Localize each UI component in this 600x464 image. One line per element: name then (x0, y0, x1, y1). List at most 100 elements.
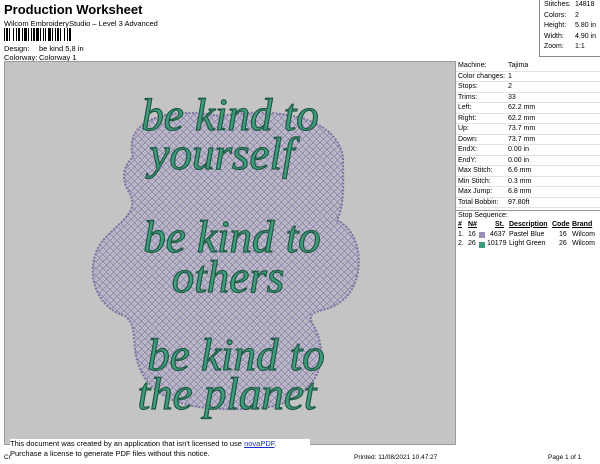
stat-label: Stitches: (544, 1, 571, 8)
machine-label: Stops: (458, 83, 478, 90)
design-text-line: the planet (138, 369, 318, 419)
machine-row: Down: 73.7 mm (456, 135, 600, 145)
notice-text: This document was created by an applicat… (10, 439, 245, 448)
stat-label: Width: (544, 32, 564, 40)
color-swatch (479, 232, 485, 238)
row-needle: 16 (468, 230, 476, 238)
stat-label: Colors: (544, 11, 567, 19)
stat-value: 1:1 (575, 43, 585, 50)
stop-sequence-table: # N# St. Description Code Brand 1. 16 46… (456, 221, 600, 251)
stop-sequence-title: Stop Sequence: (458, 212, 508, 219)
machine-row: Trims: 33 (456, 93, 600, 103)
machine-row: Machine: Tajima (456, 61, 600, 72)
machine-value: 2 (508, 83, 512, 90)
stat-row: Stitches: 14818 (540, 0, 600, 11)
row-description: Pastel Blue (509, 230, 545, 238)
machine-row: Color changes: 1 (456, 72, 600, 82)
machine-info-panel: Machine: Tajima Color changes: 1 Stops: 2 T… (456, 61, 600, 251)
design-label: Design: (4, 44, 30, 53)
stat-row: Height: 5.80 in (540, 21, 600, 32)
machine-label: Machine: (458, 62, 487, 69)
machine-label: Max Stitch: (458, 167, 493, 174)
machine-label: Left: (458, 104, 472, 111)
stats-box: Stitches: 14818 Colors: 2 Height: 5.80 in W… (539, 0, 600, 57)
col-header-description: Description (509, 220, 548, 228)
stat-value: 2 (575, 11, 579, 19)
col-header-code: Code (552, 220, 570, 228)
stat-row: Zoom: 1:1 (540, 42, 600, 53)
machine-value: Tajima (508, 62, 529, 69)
machine-value: 6.8 mm (508, 188, 532, 195)
machine-row: Max Stitch: 6.6 mm (456, 166, 600, 177)
machine-label: EndY: (458, 156, 477, 164)
stat-value: 4.90 in (575, 32, 597, 40)
machine-value: 0.00 in (508, 156, 530, 164)
machine-label: Right: (458, 114, 477, 122)
machine-row: EndY: 0.00 in (456, 156, 600, 166)
page-title: Production Worksheet (4, 2, 143, 17)
machine-row: Right: 62.2 mm (456, 114, 600, 124)
row-description: Light Green (509, 240, 546, 247)
machine-row: Max Jump: 6.8 mm (456, 187, 600, 198)
machine-label: Trims: (458, 93, 478, 101)
machine-row: EndX: 0.00 in (456, 145, 600, 156)
design-text-line: others (172, 252, 285, 302)
stat-label: Height: (544, 22, 567, 29)
design-preview: be kind to yourself be kind to others be… (4, 61, 456, 445)
notice-line-1: This document was created by an applicat… (10, 439, 310, 449)
col-header-stitches: St. (495, 220, 504, 228)
machine-row: Min Stitch: 0.3 mm (456, 177, 600, 187)
page-number: Page 1 of 1 (548, 454, 582, 461)
machine-label: Up: (458, 125, 469, 132)
machine-value: 62.2 mm (508, 114, 536, 122)
col-header-num: # (458, 220, 462, 228)
machine-value: 33 (508, 93, 516, 101)
machine-label: Total Bobbin: (458, 198, 499, 206)
machine-label: Min Stitch: (458, 177, 491, 185)
stat-label: Zoom: (544, 43, 564, 50)
machine-row: Up: 73.7 mm (456, 124, 600, 135)
footer-left-text: Cr (4, 454, 11, 461)
machine-label: Max Jump: (458, 188, 493, 195)
design-text-line: yourself (146, 129, 300, 179)
machine-value: 73.7 mm (508, 135, 536, 143)
novapdf-link[interactable]: novaPDF (244, 439, 274, 448)
machine-value: 6.6 mm (508, 167, 532, 174)
machine-row: Left: 62.2 mm (456, 103, 600, 114)
design-row: Design: be kind 5,8 in (4, 44, 84, 53)
machine-value: 0.3 mm (508, 177, 532, 185)
printed-timestamp: Printed: 11/08/2021 10.47.27 (354, 454, 438, 461)
machine-details: Machine: Tajima Color changes: 1 Stops: 2 T… (456, 61, 600, 211)
machine-value: 0.00 in (508, 146, 530, 153)
page-footer: Cr Printed: 11/08/2021 10.47.27 Page 1 o… (0, 452, 600, 464)
design-value: be kind 5,8 in (39, 44, 84, 53)
row-brand: Wilcom (572, 230, 595, 238)
row-num: 1. (458, 230, 464, 238)
machine-value: 1 (508, 72, 512, 80)
machine-value: 62.2 mm (508, 104, 536, 111)
machine-row: Total Bobbin: 97.80ft (456, 198, 600, 208)
col-header-brand: Brand (572, 220, 593, 228)
machine-value: 73.7 mm (508, 125, 536, 132)
row-code: 16 (559, 230, 567, 238)
col-header-needle: N# (468, 220, 477, 228)
machine-label: Color changes: (458, 72, 506, 80)
stat-value: 14818 (575, 1, 595, 8)
notice-text-end: . (274, 439, 277, 448)
machine-value: 97.80ft (508, 198, 530, 206)
stat-row: Width: 4.90 in (540, 32, 600, 43)
stat-value: 5.80 in (575, 22, 597, 29)
machine-label: EndX: (458, 146, 478, 153)
machine-label: Down: (458, 135, 478, 143)
row-stitches: 10179 (487, 240, 507, 247)
machine-row: Stops: 2 (456, 82, 600, 93)
row-needle: 26 (468, 240, 476, 247)
row-code: 26 (559, 240, 567, 247)
color-swatch (479, 241, 485, 248)
row-stitches: 4637 (490, 230, 506, 238)
stat-row: Colors: 2 (540, 11, 600, 22)
row-brand: Wilcom (572, 240, 595, 247)
embroidery-preview: be kind to yourself be kind to others be… (91, 89, 360, 420)
barcode-image (4, 28, 128, 41)
row-num: 2. (458, 240, 464, 247)
